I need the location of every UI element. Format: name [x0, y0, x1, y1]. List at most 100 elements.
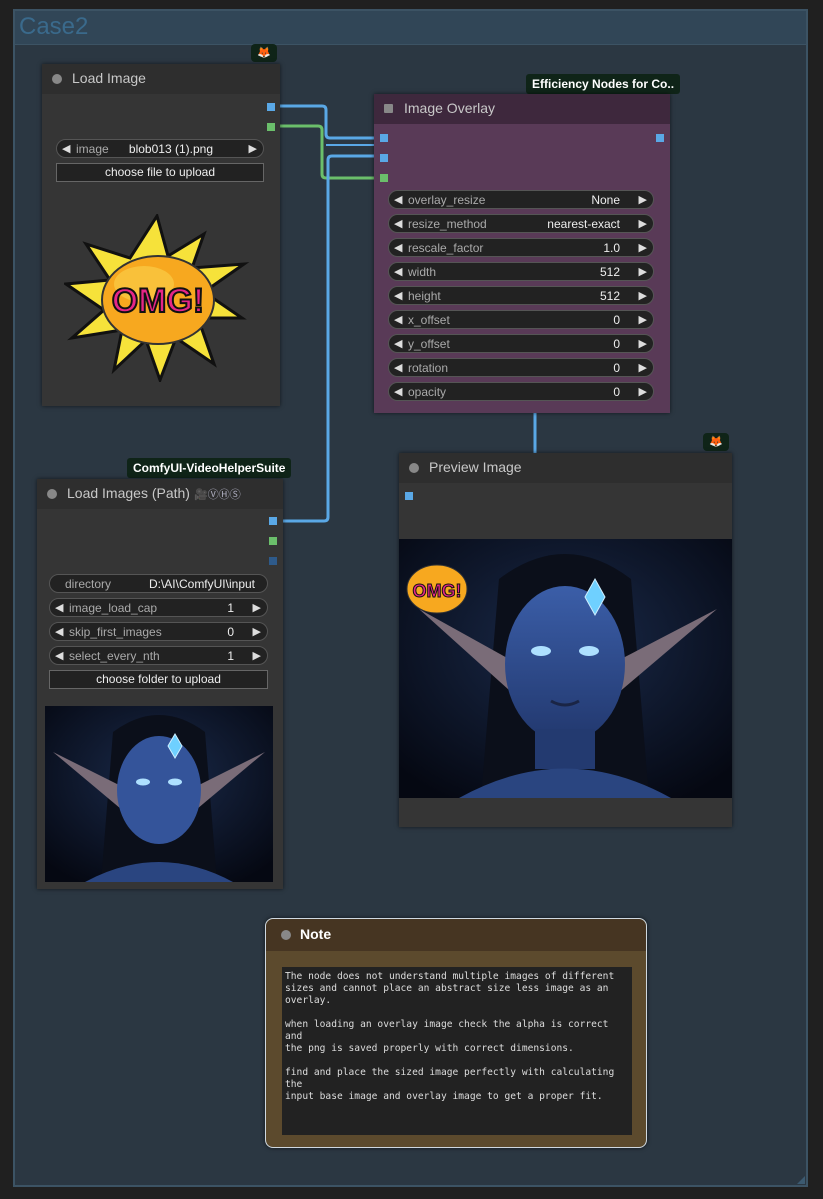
- node-title-bar[interactable]: Preview Image: [399, 453, 732, 483]
- collapse-dot-icon[interactable]: [47, 489, 57, 499]
- node-title-bar[interactable]: Load Image: [42, 64, 280, 94]
- node-title: Note: [300, 926, 332, 942]
- right-arrow-icon[interactable]: ▶: [253, 601, 261, 614]
- widget-value: 0: [613, 337, 620, 351]
- widget-value: 1: [227, 601, 234, 615]
- widget-value: 0: [613, 385, 620, 399]
- widget-value: D:\AI\ComfyUI\input: [148, 577, 255, 591]
- left-arrow-icon[interactable]: ◀: [62, 142, 70, 155]
- note-textarea[interactable]: The node does not understand multiple im…: [282, 967, 632, 1135]
- left-arrow-icon[interactable]: ◀: [394, 385, 402, 398]
- left-arrow-icon[interactable]: ◀: [394, 289, 402, 302]
- widget-value: 0: [613, 313, 620, 327]
- output-socket-image[interactable]: [267, 103, 275, 111]
- collapse-dot-icon[interactable]: [409, 463, 419, 473]
- node-title: Image Overlay: [404, 100, 496, 116]
- right-arrow-icon[interactable]: ▶: [253, 649, 261, 662]
- node-load-images-path[interactable]: Load Images (Path) 🎥ⓋⒽⓈ directory D:\AI\…: [37, 479, 283, 889]
- wire-images-to-overlay: [276, 154, 380, 523]
- widget-label: x_offset: [408, 313, 450, 327]
- upload-button[interactable]: choose file to upload: [56, 163, 264, 182]
- widget-label: skip_first_images: [69, 625, 162, 639]
- left-arrow-icon[interactable]: ◀: [55, 625, 63, 638]
- widget-image-load-cap[interactable]: ◀ image_load_cap 1 ▶: [49, 598, 268, 617]
- left-arrow-icon[interactable]: ◀: [394, 337, 402, 350]
- input-socket-images[interactable]: [405, 492, 413, 500]
- right-arrow-icon[interactable]: ▶: [639, 217, 647, 230]
- left-arrow-icon[interactable]: ◀: [394, 265, 402, 278]
- widget-width[interactable]: ◀ width 512 ▶: [388, 262, 654, 281]
- output-socket-image[interactable]: [656, 134, 664, 142]
- right-arrow-icon[interactable]: ▶: [639, 361, 647, 374]
- right-arrow-icon[interactable]: ▶: [639, 337, 647, 350]
- widget-label: overlay_resize: [408, 193, 486, 207]
- right-arrow-icon[interactable]: ▶: [639, 385, 647, 398]
- right-arrow-icon[interactable]: ▶: [639, 313, 647, 326]
- collapse-dot-icon[interactable]: [52, 74, 62, 84]
- left-arrow-icon[interactable]: ◀: [55, 649, 63, 662]
- loaded-image-preview: [45, 706, 273, 882]
- widget-skip-first-images[interactable]: ◀ skip_first_images 0 ▶: [49, 622, 268, 641]
- widget-y-offset[interactable]: ◀ y_offset 0 ▶: [388, 334, 654, 353]
- right-arrow-icon[interactable]: ▶: [639, 193, 647, 206]
- widget-value: nearest-exact: [547, 217, 620, 231]
- widget-label: width: [408, 265, 437, 279]
- choose-folder-button[interactable]: choose folder to upload: [49, 670, 268, 689]
- fox-icon: 🦊: [703, 433, 729, 451]
- left-arrow-icon[interactable]: ◀: [55, 601, 63, 614]
- image-combo[interactable]: ◀ image blob013 (1).png ▶: [56, 139, 264, 158]
- node-title: Load Image: [72, 70, 146, 86]
- output-socket-mask[interactable]: [267, 123, 275, 131]
- input-socket-overlay-image[interactable]: [380, 154, 388, 162]
- widget-label: image: [76, 142, 109, 156]
- left-arrow-icon[interactable]: ◀: [394, 241, 402, 254]
- widget-height[interactable]: ◀ height 512 ▶: [388, 286, 654, 305]
- vhs-icons: 🎥ⓋⒽⓈ: [194, 489, 241, 501]
- widget-rescale-factor[interactable]: ◀ rescale_factor 1.0 ▶: [388, 238, 654, 257]
- widget-resize-method[interactable]: ◀ resize_method nearest-exact ▶: [388, 214, 654, 233]
- widget-opacity[interactable]: ◀ opacity 0 ▶: [388, 382, 654, 401]
- widget-value: 512: [599, 289, 620, 303]
- left-arrow-icon[interactable]: ◀: [394, 217, 402, 230]
- collapse-dot-icon[interactable]: [281, 930, 291, 940]
- node-preview-image[interactable]: Preview Image OMG!: [399, 453, 732, 827]
- node-load-image[interactable]: Load Image ◀ image blob013 (1).png ▶ cho…: [42, 64, 280, 406]
- widget-value: None: [591, 193, 620, 207]
- wire-image-to-overlay: [274, 104, 380, 140]
- right-arrow-icon[interactable]: ▶: [249, 142, 257, 155]
- widget-select-every-nth[interactable]: ◀ select_every_nth 1 ▶: [49, 646, 268, 665]
- input-socket-base-image[interactable]: [380, 134, 388, 142]
- widget-label: rotation: [408, 361, 449, 375]
- output-socket-mask[interactable]: [269, 537, 277, 545]
- widget-value: blob013 (1).png: [128, 142, 213, 156]
- widget-overlay-resize[interactable]: ◀ overlay_resize None ▶: [388, 190, 654, 209]
- widget-rotation[interactable]: ◀ rotation 0 ▶: [388, 358, 654, 377]
- output-socket-image[interactable]: [269, 517, 277, 525]
- left-arrow-icon[interactable]: ◀: [394, 313, 402, 326]
- preview-output-image: OMG!: [399, 539, 732, 798]
- collapse-square-icon[interactable]: [384, 104, 393, 113]
- widget-value: 512: [599, 265, 620, 279]
- output-socket-count[interactable]: [269, 557, 277, 565]
- right-arrow-icon[interactable]: ▶: [639, 289, 647, 302]
- widget-x-offset[interactable]: ◀ x_offset 0 ▶: [388, 310, 654, 329]
- node-note[interactable]: Note The node does not understand multip…: [265, 918, 647, 1148]
- widget-label: resize_method: [408, 217, 487, 231]
- directory-field[interactable]: directory D:\AI\ComfyUI\input: [49, 574, 268, 593]
- right-arrow-icon[interactable]: ▶: [639, 241, 647, 254]
- widget-label: y_offset: [408, 337, 450, 351]
- right-arrow-icon[interactable]: ▶: [253, 625, 261, 638]
- node-title-bar[interactable]: Note: [266, 919, 646, 951]
- widget-label: select_every_nth: [69, 649, 160, 663]
- left-arrow-icon[interactable]: ◀: [394, 361, 402, 374]
- widget-label: rescale_factor: [408, 241, 484, 255]
- left-arrow-icon[interactable]: ◀: [394, 193, 402, 206]
- videohelper-badge: ComfyUI-VideoHelperSuite: [127, 458, 292, 478]
- node-title-bar[interactable]: Load Images (Path) 🎥ⓋⒽⓈ: [37, 479, 283, 509]
- node-title-bar[interactable]: Image Overlay: [374, 94, 670, 124]
- fox-icon: 🦊: [251, 44, 277, 62]
- input-socket-optional-mask[interactable]: [380, 174, 388, 182]
- node-image-overlay[interactable]: Image Overlay ◀ overlay_resize None ▶ ◀ resiz…: [374, 94, 670, 413]
- right-arrow-icon[interactable]: ▶: [639, 265, 647, 278]
- overlay-omg-text: OMG!: [413, 581, 462, 601]
